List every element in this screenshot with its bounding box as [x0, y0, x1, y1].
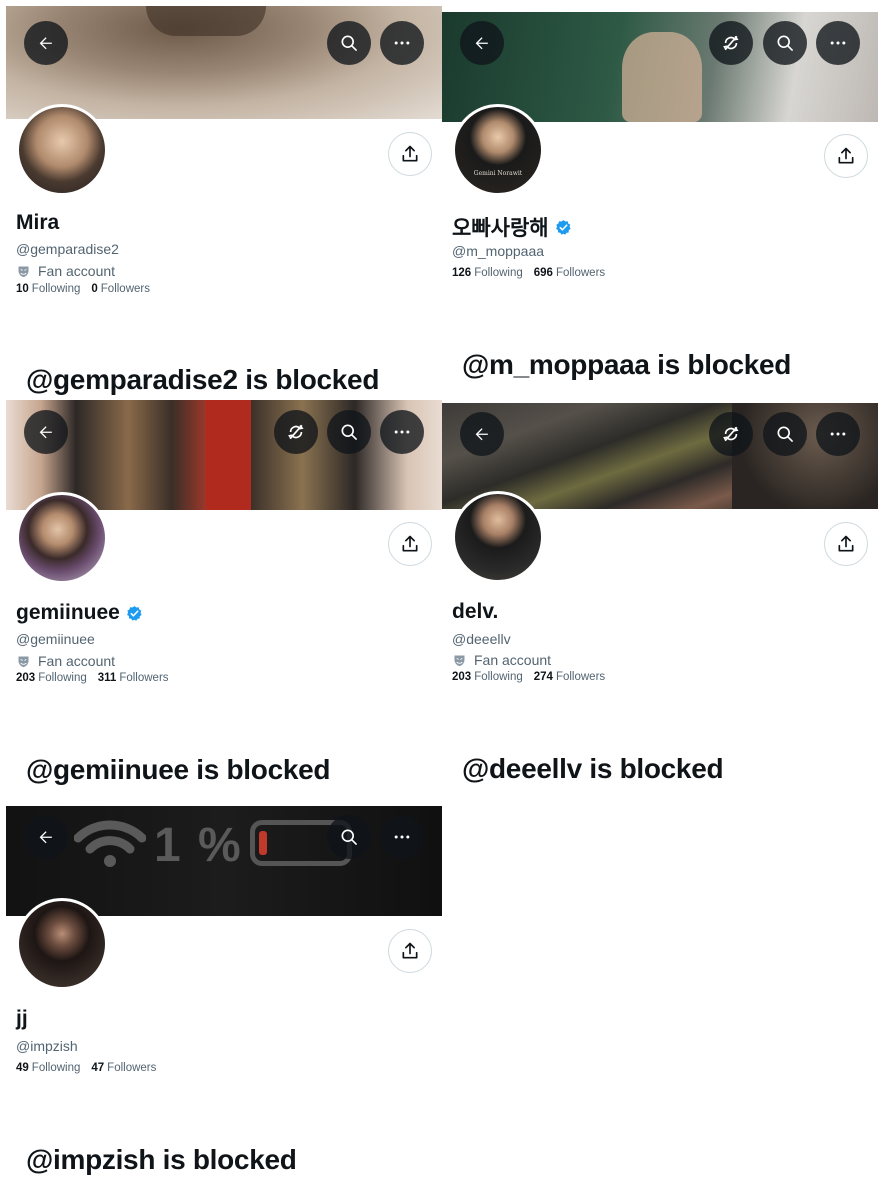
search-button[interactable]	[763, 21, 807, 65]
battery-percent-text: 1 %	[154, 819, 243, 872]
blocked-caption: @impzish is blocked	[26, 1144, 297, 1175]
handle: @impzish	[16, 1038, 78, 1054]
share-button[interactable]	[388, 132, 432, 176]
more-button[interactable]	[816, 412, 860, 456]
search-button[interactable]	[763, 412, 807, 456]
share-icon	[400, 534, 420, 554]
fan-account-mask-icon	[16, 264, 31, 279]
avatar[interactable]	[16, 492, 108, 584]
more-button[interactable]	[380, 815, 424, 859]
followers-count[interactable]: 0 Followers	[91, 283, 150, 295]
share-button[interactable]	[388, 929, 432, 973]
profile-card-deeellv: delv. @deeellv Fan account 203 Following …	[442, 403, 878, 693]
refresh-slash-icon	[721, 33, 741, 53]
share-icon	[400, 941, 420, 961]
refresh-slash-icon	[721, 424, 741, 444]
fan-account-label: Fan account	[38, 653, 116, 669]
back-button[interactable]	[24, 21, 68, 65]
display-name: gemiinuee	[16, 601, 120, 624]
verified-badge-icon	[555, 219, 572, 236]
display-name: 오빠사랑해	[452, 217, 549, 240]
more-dots-icon	[392, 33, 412, 53]
avatar[interactable]: Gemini Norawit	[452, 104, 544, 196]
search-button[interactable]	[327, 410, 371, 454]
arrow-left-icon	[36, 422, 56, 442]
blocked-caption: @deeellv is blocked	[462, 753, 724, 784]
fan-account-mask-icon	[452, 653, 467, 668]
share-button[interactable]	[824, 134, 868, 178]
arrow-left-icon	[36, 827, 56, 847]
share-button[interactable]	[388, 522, 432, 566]
more-button[interactable]	[380, 410, 424, 454]
search-icon	[339, 422, 359, 442]
unfollow-button[interactable]	[274, 410, 318, 454]
fan-account-label: Fan account	[474, 652, 552, 668]
search-icon	[775, 424, 795, 444]
following-count[interactable]: 203 Following	[452, 671, 523, 683]
followers-count[interactable]: 274 Followers	[534, 671, 605, 683]
arrow-left-icon	[472, 424, 492, 444]
share-icon	[836, 534, 856, 554]
profile-card-gemiinuee: gemiinuee @gemiinuee Fan account 203 Foll…	[6, 400, 442, 690]
more-button[interactable]	[816, 21, 860, 65]
wifi-icon	[74, 820, 146, 867]
arrow-left-icon	[472, 33, 492, 53]
search-icon	[775, 33, 795, 53]
profile-banner	[6, 6, 442, 119]
profile-card-mira: Mira @gemparadise2 Fan account 10 Followi…	[6, 6, 442, 296]
handle: @m_moppaaa	[452, 243, 545, 259]
following-count[interactable]: 10 Following	[16, 283, 80, 295]
fan-account-label: Fan account	[38, 263, 116, 279]
blocked-caption: @gemiinuee is blocked	[26, 754, 331, 785]
avatar[interactable]	[16, 898, 108, 990]
search-button[interactable]	[327, 21, 371, 65]
followers-count[interactable]: 311 Followers	[98, 672, 169, 684]
display-name: delv.	[452, 600, 499, 623]
more-dots-icon	[828, 424, 848, 444]
handle: @gemiinuee	[16, 631, 95, 647]
following-count[interactable]: 203 Following	[16, 672, 87, 684]
profile-card-impzish: 1 % jj @impzish 49 Following 47 Followers	[6, 806, 442, 1086]
back-button[interactable]	[460, 21, 504, 65]
handle: @deeellv	[452, 631, 511, 647]
unfollow-button[interactable]	[709, 21, 753, 65]
blocked-caption: @gemparadise2 is blocked	[26, 364, 380, 395]
share-button[interactable]	[824, 522, 868, 566]
display-name: jj	[16, 1007, 28, 1030]
search-icon	[339, 33, 359, 53]
unfollow-button[interactable]	[709, 412, 753, 456]
more-dots-icon	[828, 33, 848, 53]
handle: @gemparadise2	[16, 241, 119, 257]
more-button[interactable]	[380, 21, 424, 65]
more-dots-icon	[392, 422, 412, 442]
more-dots-icon	[392, 827, 412, 847]
avatar-caption: Gemini Norawit	[473, 170, 523, 177]
following-count[interactable]: 126 Following	[452, 267, 523, 279]
verified-badge-icon	[126, 605, 143, 622]
share-icon	[400, 144, 420, 164]
back-button[interactable]	[460, 412, 504, 456]
display-name: Mira	[16, 211, 60, 234]
back-button[interactable]	[24, 410, 68, 454]
back-button[interactable]	[24, 815, 68, 859]
search-button[interactable]	[327, 815, 371, 859]
search-icon	[339, 827, 359, 847]
profile-card-m-moppaaa: Gemini Norawit 오빠사랑해 @m_moppaaa 126 Follo…	[442, 12, 878, 292]
blocked-caption: @m_moppaaa is blocked	[462, 349, 792, 380]
fan-account-mask-icon	[16, 654, 31, 669]
share-icon	[836, 146, 856, 166]
followers-count[interactable]: 696 Followers	[534, 267, 605, 279]
following-count[interactable]: 49 Following	[16, 1062, 80, 1074]
followers-count[interactable]: 47 Followers	[91, 1062, 156, 1074]
refresh-slash-icon	[286, 422, 306, 442]
arrow-left-icon	[36, 33, 56, 53]
avatar[interactable]	[452, 491, 544, 583]
avatar[interactable]	[16, 104, 108, 196]
